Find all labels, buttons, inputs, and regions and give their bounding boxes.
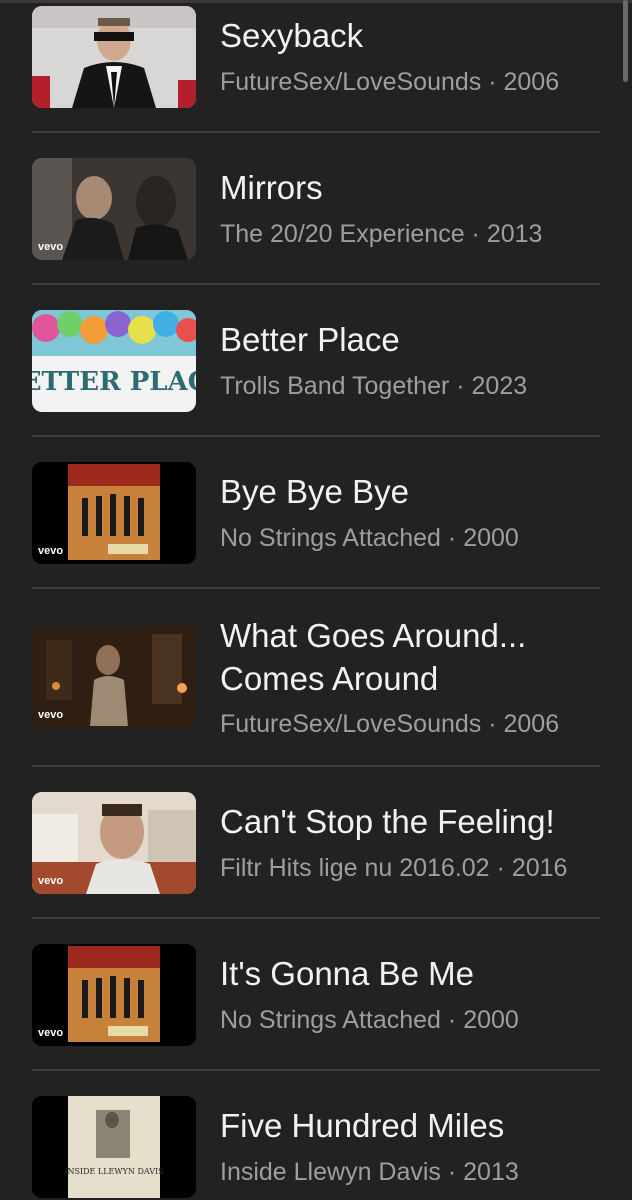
release-year: 2023 xyxy=(471,372,528,400)
song-title[interactable]: Can't Stop the Feeling! xyxy=(220,800,600,843)
vevo-video-thumbnail: vevo xyxy=(32,158,196,260)
song-title[interactable]: Better Place xyxy=(220,318,600,361)
song-thumbnail[interactable]: vevo xyxy=(32,462,196,564)
song-row-five-hundred-miles[interactable]: INSIDE LLEWYN DAVIS Five Hundred Miles I… xyxy=(32,1096,600,1200)
nsync-album-thumbnail: vevo xyxy=(32,944,196,1046)
row-divider xyxy=(32,435,600,437)
song-thumbnail[interactable]: vevo xyxy=(32,626,196,728)
song-subtitle: Trolls Band Together · 2023 xyxy=(220,370,620,402)
dark-stage-thumbnail: vevo xyxy=(32,626,196,728)
song-title[interactable]: Five Hundred Miles xyxy=(220,1104,600,1147)
row-divider xyxy=(32,131,600,133)
song-title[interactable]: Bye Bye Bye xyxy=(220,470,600,513)
album-name: Inside Llewyn Davis xyxy=(220,1158,441,1186)
separator: · xyxy=(440,1158,464,1186)
album-name: No Strings Attached xyxy=(220,524,441,552)
scrollbar[interactable] xyxy=(623,0,628,82)
album-name: FutureSex/LoveSounds xyxy=(220,68,482,96)
song-subtitle: Inside Llewyn Davis · 2013 xyxy=(220,1156,620,1188)
song-title[interactable]: Sexyback xyxy=(220,14,600,57)
song-row-cant-stop-the-feeling[interactable]: vevo Can't Stop the Feeling! Filtr Hits … xyxy=(32,792,600,902)
suit-man-thumbnail xyxy=(32,6,196,108)
song-thumbnail[interactable] xyxy=(32,6,196,108)
song-subtitle: The 20/20 Experience · 2013 xyxy=(220,218,620,250)
song-row-its-gonna-be-me[interactable]: vevo It's Gonna Be Me No Strings Attache… xyxy=(32,944,600,1054)
song-thumbnail[interactable]: vevo xyxy=(32,792,196,894)
release-year: 2006 xyxy=(503,68,560,96)
release-year: 2000 xyxy=(463,1006,519,1034)
song-subtitle: FutureSex/LoveSounds · 2006 xyxy=(220,66,620,98)
row-divider xyxy=(32,587,600,589)
song-title-continued[interactable]: Comes Around xyxy=(220,657,600,700)
row-divider xyxy=(32,765,600,767)
row-divider xyxy=(32,917,600,919)
row-divider xyxy=(32,1069,600,1071)
song-title[interactable]: Mirrors xyxy=(220,166,600,209)
album-name: Filtr Hits lige nu 2016.02 xyxy=(220,854,490,882)
album-name: Trolls Band Together xyxy=(220,372,450,400)
song-title[interactable]: It's Gonna Be Me xyxy=(220,952,600,995)
song-subtitle: No Strings Attached · 2000 xyxy=(220,522,620,554)
separator: · xyxy=(489,854,512,882)
film-poster-thumbnail: INSIDE LLEWYN DAVIS xyxy=(32,1096,196,1198)
release-year: 2013 xyxy=(486,220,543,248)
song-thumbnail[interactable]: vevo xyxy=(32,944,196,1046)
separator: · xyxy=(481,68,504,96)
vevo-badge: vevo xyxy=(38,709,63,721)
song-title[interactable]: What Goes Around... xyxy=(220,614,600,657)
separator: · xyxy=(440,1006,464,1034)
release-year: 2016 xyxy=(511,854,568,882)
row-divider xyxy=(32,283,600,285)
song-subtitle: FutureSex/LoveSounds · 2006 xyxy=(220,708,620,740)
song-row-what-goes-around[interactable]: vevo What Goes Around... Comes Around Fu… xyxy=(32,614,600,754)
separator: · xyxy=(440,524,464,552)
song-thumbnail[interactable]: BETTER PLACE xyxy=(32,310,196,412)
separator: · xyxy=(449,372,472,400)
separator: · xyxy=(481,710,504,738)
song-list-screen: Sexyback FutureSex/LoveSounds · 2006 vev… xyxy=(0,0,632,1200)
nsync-album-thumbnail: vevo xyxy=(32,462,196,564)
album-name: The 20/20 Experience xyxy=(220,220,465,248)
trolls-thumbnail: BETTER PLACE xyxy=(32,310,196,412)
song-row-mirrors[interactable]: vevo Mirrors The 20/20 Experience · 2013 xyxy=(32,158,600,268)
thumbnail-caption: INSIDE LLEWYN DAVIS xyxy=(64,1167,163,1176)
vevo-badge: vevo xyxy=(38,875,63,887)
song-subtitle: No Strings Attached · 2000 xyxy=(220,1004,620,1036)
release-year: 2013 xyxy=(463,1158,519,1186)
selfie-video-thumbnail: vevo xyxy=(32,792,196,894)
release-year: 2006 xyxy=(503,710,560,738)
song-thumbnail[interactable]: INSIDE LLEWYN DAVIS xyxy=(32,1096,196,1198)
vevo-badge: vevo xyxy=(38,241,63,253)
album-name: FutureSex/LoveSounds xyxy=(220,710,482,738)
song-row-sexyback[interactable]: Sexyback FutureSex/LoveSounds · 2006 xyxy=(32,6,600,116)
separator: · xyxy=(464,220,487,248)
vevo-badge: vevo xyxy=(38,1027,63,1039)
top-border xyxy=(0,0,632,3)
song-subtitle: Filtr Hits lige nu 2016.02 · 2016 xyxy=(220,852,620,884)
album-name: No Strings Attached xyxy=(220,1006,441,1034)
release-year: 2000 xyxy=(463,524,519,552)
thumbnail-caption: BETTER PLACE xyxy=(32,367,196,397)
song-row-better-place[interactable]: BETTER PLACE Better Place Trolls Band To… xyxy=(32,310,600,420)
vevo-badge: vevo xyxy=(38,545,63,557)
song-row-bye-bye-bye[interactable]: vevo Bye Bye Bye No Strings Attached · 2… xyxy=(32,462,600,572)
song-thumbnail[interactable]: vevo xyxy=(32,158,196,260)
